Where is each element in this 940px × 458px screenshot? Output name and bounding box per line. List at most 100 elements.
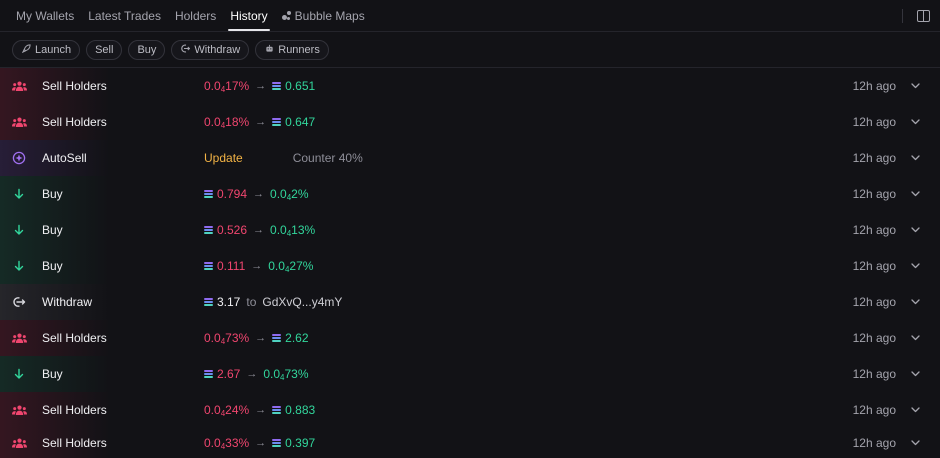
top-tab-bar: My Wallets Latest Trades Holders History… [0, 0, 940, 32]
filter-label: Runners [278, 43, 320, 56]
history-row[interactable]: Withdraw 3.17 to GdXvQ...y4mY 12h ago [0, 284, 940, 320]
bubble-icon [281, 11, 291, 20]
withdraw-icon [11, 294, 27, 310]
history-row[interactable]: Sell Holders 0.0418% → 0.647 12h ago [0, 104, 940, 140]
tab-label: Holders [174, 8, 217, 23]
row-time: 12h ago [852, 151, 896, 165]
history-row[interactable]: Sell Holders 0.0473% → 2.62 12h ago [0, 320, 940, 356]
row-time: 12h ago [852, 367, 896, 381]
split-panel-icon[interactable] [917, 9, 930, 22]
filter-chip-sell[interactable]: Sell [86, 39, 123, 60]
arrow-right-icon: → [251, 260, 263, 272]
tab-bubble-maps[interactable]: Bubble Maps [275, 0, 372, 31]
sold-percent: 0.0417% [204, 78, 250, 94]
sold-percent: 0.0473% [204, 330, 250, 346]
filter-label: Launch [35, 43, 72, 56]
row-type-label: Withdraw [42, 295, 93, 309]
sol-icon [204, 262, 213, 270]
arrow-right-icon: → [253, 224, 265, 236]
sol-icon [272, 82, 282, 90]
row-detail: 3.17 to GdXvQ...y4mY [204, 295, 342, 309]
chevron-down-icon[interactable] [910, 369, 920, 379]
chevron-down-icon[interactable] [910, 297, 920, 307]
chevron-down-icon[interactable] [910, 438, 920, 448]
row-type-label: Sell Holders [42, 436, 107, 450]
wallet-address: GdXvQ...y4mY [262, 295, 343, 309]
withdraw-amount: 3.17 [217, 295, 241, 309]
autosell-note: Counter 40% [292, 151, 363, 165]
row-type-label: AutoSell [42, 151, 87, 165]
to-word: to [246, 295, 257, 309]
sol-icon [272, 439, 282, 447]
robot-icon [264, 44, 274, 55]
history-row[interactable]: Sell Holders 0.0433% → 0.397 12h ago [0, 428, 940, 458]
tab-my-wallets[interactable]: My Wallets [9, 0, 81, 31]
sold-percent: 0.0424% [204, 402, 250, 418]
chevron-down-icon[interactable] [910, 81, 920, 91]
tab-holders[interactable]: Holders [168, 0, 223, 31]
people-icon [11, 330, 27, 346]
chevron-down-icon[interactable] [910, 117, 920, 127]
chevron-down-icon[interactable] [910, 261, 920, 271]
people-icon [11, 435, 27, 451]
history-row[interactable]: AutoSell Update Counter 40% 12h ago [0, 140, 940, 176]
history-row[interactable]: Sell Holders 0.0417% → 0.651 12h ago [0, 68, 940, 104]
row-type-label: Sell Holders [42, 79, 107, 93]
chevron-down-icon[interactable] [910, 189, 920, 199]
sol-icon [204, 190, 213, 198]
row-time: 12h ago [852, 187, 896, 201]
tab-history[interactable]: History [223, 0, 274, 31]
sol-icon [204, 226, 213, 234]
row-detail: 0.0424% → 0.883 [204, 403, 315, 418]
arrow-right-icon: → [255, 437, 267, 449]
filter-chip-withdraw[interactable]: Withdraw [171, 39, 250, 60]
history-row[interactable]: Buy 0.111 → 0.0427% 12h ago [0, 248, 940, 284]
sol-icon [204, 370, 213, 378]
chevron-down-icon[interactable] [910, 225, 920, 235]
row-time: 12h ago [852, 79, 896, 93]
row-detail: 0.111 → 0.0427% [204, 259, 313, 274]
spent-sol: 0.111 [217, 259, 246, 273]
row-detail: 2.67 → 0.0473% [204, 367, 309, 382]
received-sol: 0.651 [285, 79, 316, 93]
people-icon [11, 78, 27, 94]
chevron-down-icon[interactable] [910, 405, 920, 415]
row-detail: 0.794 → 0.042% [204, 187, 309, 202]
bought-percent: 0.0413% [270, 222, 316, 238]
filter-chip-buy[interactable]: Buy [128, 39, 166, 60]
arrow-right-icon: → [255, 332, 267, 344]
received-sol: 2.62 [285, 331, 309, 345]
filter-chip-runners[interactable]: Runners [255, 39, 329, 60]
received-sol: 0.397 [285, 436, 316, 450]
chevron-down-icon[interactable] [910, 333, 920, 343]
row-type-label: Buy [42, 259, 63, 273]
row-time: 12h ago [852, 403, 896, 417]
row-time: 12h ago [852, 259, 896, 273]
bought-percent: 0.0427% [268, 258, 314, 274]
arrow-right-icon: → [246, 368, 258, 380]
spent-sol: 0.526 [217, 223, 248, 237]
arrow-down-icon [11, 258, 27, 274]
row-type-label: Buy [42, 223, 63, 237]
history-row[interactable]: Sell Holders 0.0424% → 0.883 12h ago [0, 392, 940, 428]
row-detail: 0.0418% → 0.647 [204, 115, 315, 130]
sol-icon [272, 334, 282, 342]
row-detail: 0.0417% → 0.651 [204, 79, 315, 94]
history-row[interactable]: Buy 2.67 → 0.0473% 12h ago [0, 356, 940, 392]
filter-chip-launch[interactable]: Launch [12, 39, 81, 60]
row-type-label: Buy [42, 367, 63, 381]
chevron-down-icon[interactable] [910, 153, 920, 163]
arrow-down-icon [11, 222, 27, 238]
tab-label: My Wallets [16, 8, 75, 23]
filter-label: Sell [95, 43, 114, 56]
row-time: 12h ago [852, 436, 896, 450]
tab-latest-trades[interactable]: Latest Trades [81, 0, 168, 31]
history-row[interactable]: Buy 0.526 → 0.0413% 12h ago [0, 212, 940, 248]
sold-percent: 0.0433% [204, 435, 250, 451]
filter-label: Buy [137, 43, 157, 56]
row-time: 12h ago [852, 295, 896, 309]
row-time: 12h ago [852, 331, 896, 345]
history-row[interactable]: Buy 0.794 → 0.042% 12h ago [0, 176, 940, 212]
bought-percent: 0.0473% [263, 366, 309, 382]
sol-icon [204, 298, 213, 306]
